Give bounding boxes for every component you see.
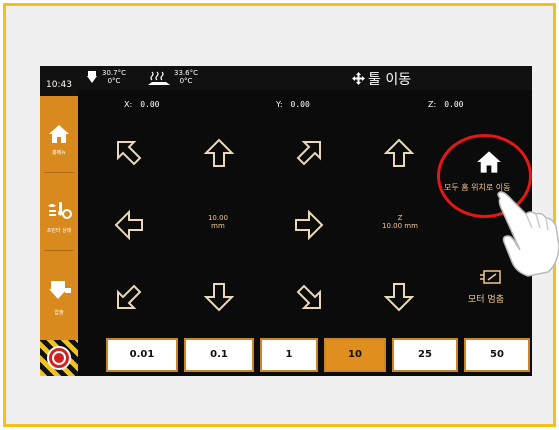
printer-status-icon bbox=[48, 202, 72, 219]
home-icon bbox=[49, 125, 69, 143]
clock: 10:43 bbox=[40, 66, 78, 96]
jog-z-down-button[interactable] bbox=[383, 282, 415, 312]
arrow-up-right-icon bbox=[296, 141, 321, 166]
y-coordinate: Y: 0.00 bbox=[276, 100, 310, 109]
sidebar-item-label: 압출 bbox=[54, 310, 64, 316]
z-coordinate: Z: 0.00 bbox=[428, 100, 464, 109]
page-title: 툴 이동 bbox=[368, 72, 412, 88]
jog-up-left-button[interactable] bbox=[114, 138, 144, 168]
hazard-stripe bbox=[40, 340, 78, 376]
arrow-up-left-icon bbox=[117, 141, 142, 166]
jog-y-plus-button[interactable] bbox=[203, 138, 235, 168]
step-button-1[interactable]: 1 bbox=[260, 338, 318, 372]
jog-down-left-button[interactable] bbox=[114, 282, 144, 312]
printer-screen: 10:43 홈메뉴 프린터 상태 압출 30.7°C 0°C 33.6°C 0°… bbox=[40, 66, 532, 376]
heated-bed-icon bbox=[148, 71, 170, 85]
header-bar: 30.7°C 0°C 33.6°C 0°C 툴 이동 bbox=[78, 66, 532, 90]
jog-down-right-button[interactable] bbox=[294, 282, 324, 312]
step-button-50[interactable]: 50 bbox=[464, 338, 530, 372]
pointing-hand-icon bbox=[497, 191, 559, 277]
divider bbox=[44, 250, 74, 251]
arrow-right-icon bbox=[295, 209, 324, 241]
xy-step-readout: 10.00 mm bbox=[207, 214, 229, 230]
step-button-10[interactable]: 10 bbox=[324, 338, 386, 372]
step-button-25[interactable]: 25 bbox=[392, 338, 458, 372]
nozzle-temp: 30.7°C 0°C bbox=[102, 69, 126, 85]
jog-up-right-button[interactable] bbox=[294, 138, 324, 168]
step-button-0.1[interactable]: 0.1 bbox=[184, 338, 254, 372]
arrow-up-icon bbox=[203, 138, 235, 167]
jog-z-up-button[interactable] bbox=[383, 138, 415, 168]
arrow-down-left-icon bbox=[117, 284, 142, 309]
sidebar-item-home[interactable]: 홈메뉴 bbox=[40, 124, 78, 156]
bed-temp: 33.6°C 0°C bbox=[174, 69, 198, 85]
step-button-0.01[interactable]: 0.01 bbox=[106, 338, 178, 372]
sidebar-item-extrude[interactable]: 압출 bbox=[40, 280, 78, 316]
sidebar-item-label: 프린터 상태 bbox=[46, 228, 72, 234]
jog-x-plus-button[interactable] bbox=[294, 209, 324, 241]
z-step-readout: Z 10.00 mm bbox=[382, 214, 418, 230]
motor-off-label: 모터 멈춤 bbox=[468, 295, 504, 305]
jog-x-minus-button[interactable] bbox=[114, 209, 144, 241]
jog-y-minus-button[interactable] bbox=[203, 282, 235, 312]
sidebar-item-printer-status[interactable]: 프린터 상태 bbox=[40, 200, 78, 234]
arrow-up-icon bbox=[383, 138, 415, 167]
arrow-down-icon bbox=[383, 283, 415, 312]
move-icon bbox=[352, 72, 365, 85]
emergency-stop-button[interactable] bbox=[47, 346, 71, 370]
extrude-icon bbox=[49, 281, 71, 299]
power-icon bbox=[52, 351, 66, 365]
arrow-down-right-icon bbox=[296, 284, 321, 309]
divider bbox=[44, 172, 74, 173]
nozzle-icon bbox=[87, 71, 97, 83]
x-coordinate: X: 0.00 bbox=[124, 100, 160, 109]
sidebar: 10:43 홈메뉴 프린터 상태 압출 bbox=[40, 66, 78, 376]
arrow-down-icon bbox=[203, 283, 235, 312]
sidebar-item-label: 홈메뉴 bbox=[52, 150, 66, 156]
arrow-left-icon bbox=[114, 209, 143, 241]
